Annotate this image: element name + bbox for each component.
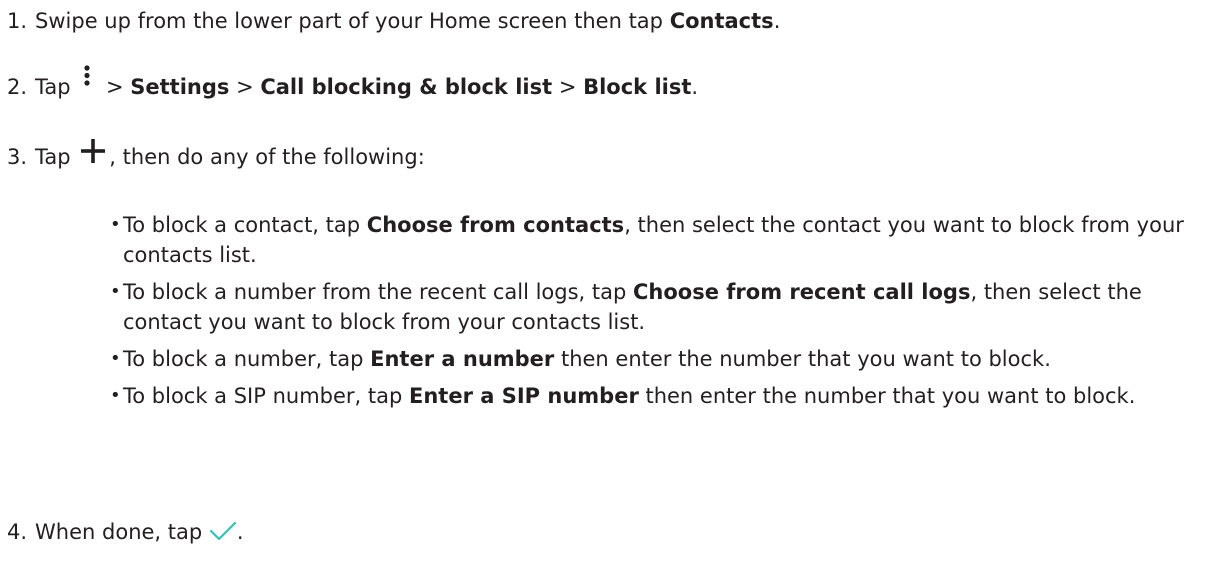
list-item: • To block a number from the recent call … [110,277,1203,337]
step-bold-text: Block list [583,75,692,99]
step-text: , then do any of the following: [109,145,425,169]
item-bold-text: Enter a number [370,347,555,371]
step-separator: > [552,75,584,99]
bullet-dot: • [110,214,121,235]
checkmark-icon [209,520,237,542]
step-1: 1. Swipe up from the lower part of your H… [7,6,780,36]
step-4: 4. When done, tap . [7,517,244,547]
step-number: 4. [7,520,28,544]
plus-icon [77,135,109,167]
step-text: When done, tap [35,520,203,544]
list-item: • To block a SIP number, tap Enter a SIP … [110,381,1203,411]
step-text: Tap [35,145,71,169]
step-bold-text: Settings [130,75,230,99]
instructions-document: 1. Swipe up from the lower part of your H… [0,0,1211,562]
item-bold-text: Choose from contacts [366,213,625,237]
item-text: To block a number, tap [123,347,371,371]
step-punctuation: . [691,75,699,99]
more-vert-icon [77,62,99,96]
item-text: To block a number from the recent call l… [123,280,633,304]
step-text: > [105,75,131,99]
step-separator: > [229,75,261,99]
item-text: then enter the number that you want to b… [638,384,1136,408]
options-list: • To block a contact, tap Choose from con… [110,210,1203,418]
step-bold-text: Call blocking & block list [260,75,553,99]
item-bold-text: Enter a SIP number [409,384,639,408]
item-bold-text: Choose from recent call logs [633,280,971,304]
step-3: 3. Tap , then do any of the following: [7,139,425,172]
bullet-dot: • [110,348,121,369]
step-number: 3. [7,145,28,169]
bullet-dot: • [110,281,121,302]
list-item: • To block a contact, tap Choose from con… [110,210,1203,270]
step-text: Tap [35,75,71,99]
step-punctuation: . [236,520,244,544]
bullet-dot: • [110,385,121,406]
step-number: 2. [7,75,28,99]
list-item: • To block a number, tap Enter a number t… [110,344,1203,374]
step-punctuation: . [773,9,781,33]
step-text: Swipe up from the lower part of your Hom… [35,9,670,33]
item-text: then enter the number that you want to b… [554,347,1051,371]
step-2: 2. Tap > Settings > Call blocking & block… [7,65,699,102]
step-number: 1. [7,9,28,33]
item-text: To block a contact, tap [123,213,367,237]
item-text: To block a SIP number, tap [123,384,410,408]
step-bold-text: Contacts [669,9,774,33]
